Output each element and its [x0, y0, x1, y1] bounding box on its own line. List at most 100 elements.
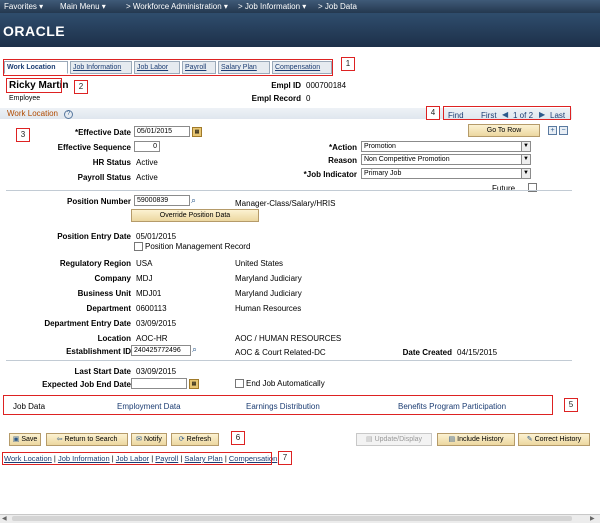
divider: [6, 360, 572, 361]
chevron-down-icon: ▼: [521, 155, 530, 164]
effective-sequence-label: Effective Sequence: [57, 143, 131, 152]
horizontal-scrollbar[interactable]: ◀ ▶: [0, 514, 600, 523]
regulatory-region-label: Regulatory Region: [59, 259, 131, 268]
delete-row-icon[interactable]: −: [559, 126, 568, 135]
position-management-label: Position Management Record: [145, 242, 251, 251]
business-unit-value: MDJ01: [136, 289, 162, 298]
position-management-checkbox[interactable]: [134, 242, 143, 251]
calendar-icon[interactable]: ▦: [189, 379, 199, 389]
notify-icon: ✉: [136, 436, 142, 443]
chevron-down-icon: ▼: [521, 169, 530, 178]
callout-number-3: 3: [16, 128, 30, 142]
help-icon[interactable]: ?: [64, 110, 73, 119]
include-history-button[interactable]: ▤ Include History: [437, 433, 515, 446]
last-start-date-label: Last Start Date: [74, 367, 131, 376]
scroll-right-icon[interactable]: ▶: [590, 515, 595, 522]
benefits-program-participation-link[interactable]: Benefits Program Participation: [398, 402, 506, 411]
chevron-down-icon: ▼: [521, 142, 530, 151]
scroll-left-icon[interactable]: ◀: [2, 515, 7, 522]
location-description: AOC / HUMAN RESOURCES: [235, 334, 342, 343]
main-menu[interactable]: Main Menu ▾: [60, 2, 106, 11]
department-entry-date-value: 03/09/2015: [136, 319, 177, 328]
action-label: *Action: [329, 143, 357, 152]
save-label: Save: [21, 436, 38, 443]
callout-box-footer-links: [2, 452, 272, 465]
department-description: Human Resources: [235, 304, 302, 313]
location-value: AOC-HR: [136, 334, 168, 343]
employee-type: Employee: [9, 95, 41, 102]
breadcrumb-job-data: > Job Data: [318, 2, 357, 11]
employment-data-link[interactable]: Employment Data: [117, 402, 181, 411]
establishment-description: AOC & Court Related-DC: [235, 348, 326, 357]
return-icon: ⇦: [56, 436, 63, 443]
search-icon[interactable]: ⌕: [192, 344, 197, 355]
empl-record-label: Empl Record: [251, 94, 301, 103]
notify-button[interactable]: ✉ Notify: [131, 433, 167, 446]
end-job-automatically-checkbox[interactable]: [235, 379, 244, 388]
empl-id-value: 000700184: [306, 81, 347, 90]
return-to-search-button[interactable]: ⇦ Return to Search: [46, 433, 128, 446]
future-label: Future: [492, 184, 516, 193]
favorites-menu[interactable]: Favorites ▾: [4, 2, 43, 11]
oracle-logo: ORACLE: [3, 23, 66, 39]
section-title: Work Location: [7, 109, 58, 118]
include-history-label: Include History: [457, 436, 504, 443]
reason-select[interactable]: Non Competitive Promotion ▼: [361, 154, 531, 165]
establishment-id-input[interactable]: 240425772496: [131, 345, 191, 356]
department-value: 0600113: [136, 304, 167, 313]
callout-number-5: 5: [564, 398, 578, 412]
job-indicator-select[interactable]: Primary Job ▼: [361, 168, 531, 179]
calendar-icon[interactable]: ▦: [192, 127, 202, 137]
payroll-status-value: Active: [136, 173, 158, 182]
company-value: MDJ: [136, 274, 153, 283]
history-icon: ▤: [448, 436, 456, 443]
effective-date-input[interactable]: 05/01/2015: [134, 126, 190, 137]
callout-number-1: 1: [341, 57, 355, 71]
breadcrumb-job-information[interactable]: > Job Information ▾: [238, 2, 306, 11]
callout-box-navigation: [443, 106, 571, 120]
department-label: Department: [86, 304, 131, 313]
callout-number-7: 7: [278, 451, 292, 465]
hr-status-label: HR Status: [92, 158, 131, 167]
update-display-button: ▤ Update/Display: [356, 433, 432, 446]
override-position-data-button[interactable]: Override Position Data: [131, 209, 259, 222]
callout-box-name: [6, 78, 62, 93]
location-label: Location: [97, 334, 131, 343]
business-unit-label: Business Unit: [77, 289, 131, 298]
save-button[interactable]: ▣ Save: [9, 433, 41, 446]
last-start-date-value: 03/09/2015: [136, 367, 177, 376]
date-created-label: Date Created: [402, 348, 452, 357]
company-description: Maryland Judiciary: [235, 274, 302, 283]
correct-history-button[interactable]: ✎ Correct History: [518, 433, 590, 446]
position-entry-date-label: Position Entry Date: [57, 232, 131, 241]
expected-job-end-date-label: Expected Job End Date: [42, 380, 131, 389]
expected-job-end-date-input[interactable]: [131, 378, 187, 389]
position-number-input[interactable]: 59000839: [134, 195, 190, 206]
establishment-id-label: Establishment ID: [66, 347, 131, 356]
update-icon: ▤: [365, 436, 373, 443]
position-description: Manager-Class/Salary/HRIS: [235, 199, 336, 208]
add-row-icon[interactable]: +: [548, 126, 557, 135]
refresh-button[interactable]: ⟳ Refresh: [171, 433, 219, 446]
callout-number-6: 6: [231, 431, 245, 445]
action-select[interactable]: Promotion ▼: [361, 141, 531, 152]
refresh-icon: ⟳: [178, 436, 185, 443]
go-to-row-button[interactable]: Go To Row: [468, 124, 540, 137]
scrollbar-thumb[interactable]: [12, 516, 572, 521]
reason-selected-value: Non Competitive Promotion: [364, 156, 450, 163]
regulatory-region-value: USA: [136, 259, 153, 268]
correct-icon: ✎: [526, 436, 533, 443]
job-indicator-label: *Job Indicator: [303, 170, 357, 179]
breadcrumb-workforce-administration[interactable]: > Workforce Administration ▾: [126, 2, 228, 11]
earnings-distribution-link[interactable]: Earnings Distribution: [246, 402, 320, 411]
position-entry-date-value: 05/01/2015: [136, 232, 177, 241]
callout-box-tabs: [3, 59, 333, 76]
reason-label: Reason: [328, 156, 357, 165]
position-number-label: Position Number: [66, 197, 131, 206]
save-icon: ▣: [12, 436, 20, 443]
search-icon[interactable]: ⌕: [191, 195, 196, 206]
effective-sequence-input[interactable]: 0: [134, 141, 160, 152]
effective-date-label: *Effective Date: [74, 128, 131, 137]
callout-number-4: 4: [426, 106, 440, 120]
department-entry-date-label: Department Entry Date: [44, 319, 131, 328]
